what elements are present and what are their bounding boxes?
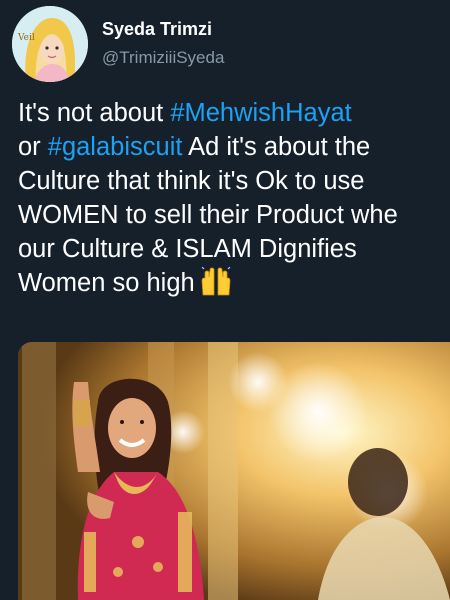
tweet-text-line: WOMEN to sell their Product whe [18,201,398,229]
hashtag-link[interactable]: #galabiscuit [48,133,183,161]
tweet-media-photo[interactable] [18,342,450,600]
avatar-illustration: Veil [12,6,88,82]
tweet-text-line: It's not about #MehwishHayat [18,96,450,130]
tweet-text-line: Culture that think it's Ok to use [18,167,365,195]
tweet-header: Veil Syeda Trimzi @TrimiziiiSyeda [12,6,224,82]
author-handle[interactable]: @TrimiziiiSyeda [102,46,224,70]
text-segment: or [18,133,48,161]
text-segment: It's not about [18,99,171,127]
author-display-name[interactable]: Syeda Trimzi [102,18,224,40]
tweet-text-line: Women so high [18,266,450,300]
dancing-woman-photo [18,342,450,600]
author-info: Syeda Trimzi @TrimiziiiSyeda [102,18,224,70]
hashtag-link[interactable]: #MehwishHayat [170,99,351,127]
tweet-text-line: our Culture & ISLAM Dignifies [18,235,357,263]
text-segment: Women so high [18,269,195,297]
tweet-text-line: or #galabiscuit Ad it's about the [18,130,450,164]
tweet-card: Veil Syeda Trimzi @TrimiziiiSyeda It's n… [0,0,450,600]
raising-hands-icon [199,266,233,297]
avatar-logo-text: Veil [17,33,35,43]
avatar[interactable]: Veil [12,6,88,82]
tweet-text: It's not about #MehwishHayat or #galabis… [18,96,450,300]
text-segment: Ad it's about the [182,133,371,161]
